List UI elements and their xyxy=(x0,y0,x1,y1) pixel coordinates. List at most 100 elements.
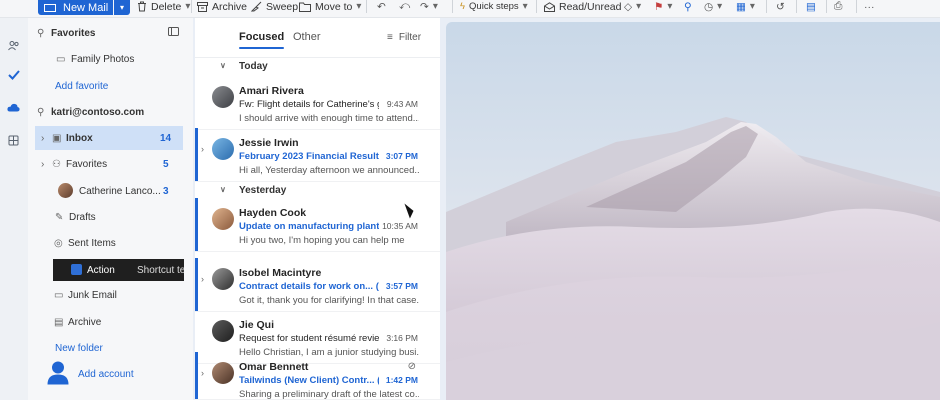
app-rail xyxy=(0,0,28,400)
onedrive-cloud-icon[interactable] xyxy=(7,101,20,114)
avatar xyxy=(212,138,234,160)
new-mail-button[interactable]: New Mail xyxy=(38,0,113,15)
filter-button[interactable]: ≡ Filter xyxy=(387,32,421,43)
ribbon-divider xyxy=(856,0,857,13)
undo-button[interactable]: ↺ xyxy=(776,0,785,13)
new-folder-link[interactable]: New folder xyxy=(28,337,193,359)
add-account-label: Add account xyxy=(78,368,134,380)
ribbon-divider xyxy=(826,0,827,13)
quick-steps-button[interactable]: ϟ Quick steps ▾ xyxy=(460,0,528,13)
folder-drafts[interactable]: ✎ Drafts xyxy=(28,206,193,228)
rules-button[interactable]: ▦ ▾ xyxy=(736,0,755,13)
forward-button[interactable]: ↷ ▾ xyxy=(420,0,438,13)
people-icon: ⚇ xyxy=(52,158,61,170)
sweep-label: Sweep xyxy=(266,0,299,13)
collapse-pane-icon[interactable] xyxy=(168,27,179,39)
group-header-today[interactable]: ∨ Today xyxy=(195,58,440,76)
outlook-window: New Mail ▾ Delete ▾ Archive Sweep Move t… xyxy=(0,0,940,400)
ellipsis-icon: ··· xyxy=(864,0,875,13)
account-email: katri@contoso.com xyxy=(51,106,145,118)
sender-name: Omar Bennett xyxy=(239,361,309,373)
delete-button[interactable]: Delete ▾ xyxy=(137,0,190,13)
flag-button[interactable]: ⚑ ▾ xyxy=(654,0,672,13)
avatar xyxy=(212,208,234,230)
avatar xyxy=(58,183,73,198)
folder-archive[interactable]: ▤ Archive xyxy=(28,311,193,333)
action-icon xyxy=(71,264,82,275)
todo-check-icon[interactable] xyxy=(7,68,20,81)
reply-all-arrow-icon: ⤺ xyxy=(399,0,411,12)
message-row[interactable]: › Omar Bennett ⊘ Tailwinds (New Client) … xyxy=(195,352,440,400)
tab-focused[interactable]: Focused xyxy=(239,31,285,49)
account-header[interactable]: ⚲ katri@contoso.com xyxy=(28,101,193,123)
apps-button[interactable]: ▤ xyxy=(806,0,816,13)
tab-other[interactable]: Other xyxy=(293,31,321,43)
new-mail-dropdown-chevron-icon[interactable]: ▾ xyxy=(114,0,130,15)
unread-count: 14 xyxy=(160,132,172,144)
new-folder-label: New folder xyxy=(55,342,103,354)
print-button[interactable]: ⎙ xyxy=(834,0,842,13)
unread-count: 5 xyxy=(163,158,169,170)
apps-grid-icon[interactable] xyxy=(7,134,20,147)
desert-landscape-image xyxy=(446,22,940,400)
folder-label: Family Photos xyxy=(71,53,135,65)
ribbon-divider xyxy=(366,0,367,13)
folder-family-photos[interactable]: ▭ Family Photos xyxy=(28,48,193,70)
folder-sent-items[interactable]: ◎ Sent Items xyxy=(28,232,193,254)
message-subject: Request for student résumé review xyxy=(239,333,379,344)
new-mail-label: New Mail xyxy=(63,1,109,14)
rules-icon: ▦ xyxy=(736,0,746,13)
archive-button[interactable]: Archive xyxy=(197,0,247,13)
avatar xyxy=(212,362,234,384)
shortcut-label: Shortcut te xyxy=(137,264,184,276)
more-options-button[interactable]: ··· xyxy=(864,0,875,13)
inbox-tabs: Focused Other ≡ Filter xyxy=(195,18,440,58)
ribbon-divider xyxy=(796,0,797,13)
snooze-chevron-icon: ▾ xyxy=(717,1,723,12)
drag-action-tooltip: Action Shortcut te xyxy=(53,259,184,281)
quick-steps-chevron-icon: ▾ xyxy=(522,1,528,12)
printer-icon: ⎙ xyxy=(834,0,843,12)
folder-junk-email[interactable]: ▭ Junk Email xyxy=(28,284,193,306)
folder-favorites[interactable]: › ⚇ Favorites 5 xyxy=(28,153,193,175)
message-row[interactable]: Hayden Cook Update on manufacturing plan… xyxy=(195,198,440,252)
read-unread-button[interactable]: Read/Unread xyxy=(544,0,621,13)
folder-label: Sent Items xyxy=(68,237,116,249)
snooze-button[interactable]: ◷ ▾ xyxy=(704,0,722,13)
people-icon[interactable] xyxy=(7,39,20,52)
chevron-down-icon: ∨ xyxy=(220,61,226,70)
favorites-header-label: Favorites xyxy=(51,27,96,39)
folder-catherine[interactable]: Catherine Lanco... 3 xyxy=(28,180,193,202)
message-preview: Sharing a preliminary draft of the lates… xyxy=(239,389,419,400)
add-account-person-icon xyxy=(47,361,69,385)
flag-chevron-icon: ▾ xyxy=(667,1,673,12)
pin-icon: ⚲ xyxy=(684,0,692,13)
pin-button[interactable]: ⚲ xyxy=(684,0,692,13)
categorize-button[interactable]: ◇ ▾ xyxy=(624,0,641,13)
message-preview: Hi you two, I'm hoping you can help me xyxy=(239,235,405,246)
message-subject: Update on manufacturing plant... xyxy=(239,221,379,232)
sender-name: Jessie Irwin xyxy=(239,137,299,149)
new-mail-envelope-icon xyxy=(44,3,56,12)
chevron-right-icon: › xyxy=(201,368,204,378)
inbox-tray-icon: ▣ xyxy=(52,132,62,144)
sweep-button[interactable]: Sweep xyxy=(251,0,298,13)
folder-label: Junk Email xyxy=(68,289,117,301)
folder-label: Catherine Lanco... xyxy=(79,185,161,197)
envelope-open-icon xyxy=(544,1,555,12)
message-row[interactable]: Amari Rivera Fw: Flight details for Cath… xyxy=(195,76,440,130)
folder-inbox[interactable]: › ▣ Inbox 14 xyxy=(35,126,183,150)
chevron-right-icon: › xyxy=(41,132,45,144)
reply-all-button[interactable]: ⤺ xyxy=(399,0,410,13)
message-row[interactable]: › Jessie Irwin February 2023 Financial R… xyxy=(195,128,440,182)
favorites-header[interactable]: ⚲ Favorites xyxy=(28,22,193,44)
chevron-right-icon: › xyxy=(41,158,45,170)
pencil-icon: ✎ xyxy=(55,211,64,223)
reply-button[interactable]: ↶ xyxy=(377,0,386,13)
message-row[interactable]: › Isobel Macintyre Contract details for … xyxy=(195,258,440,312)
add-favorite-link[interactable]: Add favorite xyxy=(28,75,193,97)
move-to-button[interactable]: Move to ▾ xyxy=(299,0,361,13)
read-unread-label: Read/Unread xyxy=(559,0,622,13)
message-time: 1:42 PM xyxy=(385,375,418,385)
message-time: 9:43 AM xyxy=(386,99,418,109)
